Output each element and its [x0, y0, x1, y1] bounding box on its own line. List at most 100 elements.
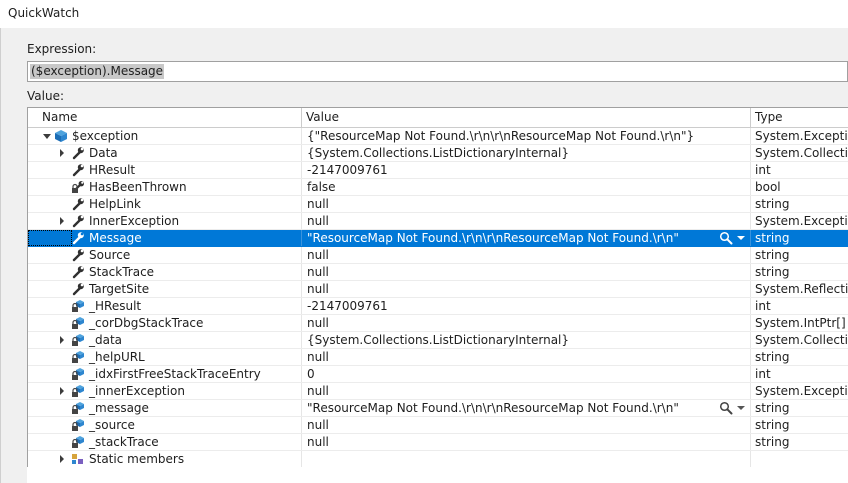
row-type: int — [755, 367, 771, 381]
grid-row[interactable]: Source null string — [28, 247, 848, 264]
grid-row[interactable]: Static members — [28, 451, 848, 468]
value-cell[interactable]: false — [302, 179, 751, 195]
row-type: string — [755, 197, 790, 211]
expand-arrow-icon[interactable] — [60, 217, 64, 225]
row-value: null — [307, 214, 329, 228]
value-cell[interactable]: null — [302, 264, 751, 280]
column-header-type[interactable]: Type — [751, 108, 848, 127]
row-type: System.Collection — [755, 333, 848, 347]
name-cell[interactable]: Data — [28, 145, 302, 161]
name-cell[interactable]: _innerException — [28, 383, 302, 399]
grid-row[interactable]: _message "ResourceMap Not Found.\r\n\r\nR… — [28, 400, 848, 417]
text-visualizer-icon[interactable] — [719, 231, 733, 245]
grid-row[interactable]: StackTrace null string — [28, 264, 848, 281]
grid-row[interactable]: HasBeenThrown false bool — [28, 179, 848, 196]
grid-row[interactable]: _HResult -2147009761 int — [28, 298, 848, 315]
grid-row[interactable]: HResult -2147009761 int — [28, 162, 848, 179]
name-cell[interactable]: _idxFirstFreeStackTraceEntry — [28, 366, 302, 382]
visualizer-dropdown-icon[interactable] — [737, 406, 745, 410]
property-icon — [71, 197, 85, 211]
visualizer-dropdown-icon[interactable] — [737, 236, 745, 240]
expand-arrow-icon[interactable] — [60, 336, 64, 344]
expand-arrow-icon[interactable] — [60, 387, 64, 395]
value-cell[interactable]: 0 — [302, 366, 751, 382]
grid-row[interactable]: InnerException null System.Exception — [28, 213, 848, 230]
value-cell[interactable]: null — [302, 434, 751, 450]
value-cell[interactable]: null — [302, 281, 751, 297]
value-cell[interactable] — [302, 451, 751, 467]
value-cell[interactable]: null — [302, 383, 751, 399]
row-name: _stackTrace — [89, 435, 159, 449]
expression-text[interactable]: ($exception).Message — [30, 64, 165, 79]
value-cell[interactable]: {System.Collections.ListDictionaryIntern… — [302, 145, 751, 161]
grid-row[interactable]: _idxFirstFreeStackTraceEntry 0 int — [28, 366, 848, 383]
type-cell: string — [751, 349, 848, 365]
row-type: System.Exception — [755, 384, 848, 398]
grid-row[interactable]: $exception {"ResourceMap Not Found.\r\n\r… — [28, 128, 848, 145]
value-cell[interactable]: null — [302, 417, 751, 433]
grid-row[interactable]: _source null string — [28, 417, 848, 434]
column-header-name[interactable]: Name — [28, 108, 302, 127]
name-cell[interactable]: _stackTrace — [28, 434, 302, 450]
expand-arrow-icon[interactable] — [60, 455, 64, 463]
watch-grid[interactable]: Name Value Type $exception {"ResourceMap … — [27, 107, 848, 483]
row-value: null — [307, 435, 329, 449]
text-visualizer-icon[interactable] — [719, 401, 733, 415]
name-cell[interactable]: HelpLink — [28, 196, 302, 212]
row-value: null — [307, 248, 329, 262]
row-type: string — [755, 265, 790, 279]
field-lock-icon — [71, 401, 85, 415]
value-cell[interactable]: null — [302, 315, 751, 331]
row-type: System.Reflection — [755, 282, 848, 296]
expand-arrow-icon[interactable] — [60, 149, 64, 157]
name-cell[interactable]: TargetSite — [28, 281, 302, 297]
type-cell: System.Collection — [751, 332, 848, 348]
name-cell[interactable]: Message — [28, 230, 302, 246]
grid-row[interactable]: _data {System.Collections.ListDictionaryI… — [28, 332, 848, 349]
value-cell[interactable]: -2147009761 — [302, 162, 751, 178]
row-type: int — [755, 299, 771, 313]
name-cell[interactable]: HResult — [28, 162, 302, 178]
name-cell[interactable]: HasBeenThrown — [28, 179, 302, 195]
value-cell[interactable]: null — [302, 196, 751, 212]
name-cell[interactable]: _source — [28, 417, 302, 433]
type-cell: System.Exception — [751, 383, 848, 399]
name-cell[interactable]: _helpURL — [28, 349, 302, 365]
grid-row[interactable]: _innerException null System.Exception — [28, 383, 848, 400]
name-cell[interactable]: _message — [28, 400, 302, 416]
expanded-arrow-icon[interactable] — [43, 134, 51, 139]
column-header-value[interactable]: Value — [302, 108, 751, 127]
type-cell: string — [751, 400, 848, 416]
name-cell[interactable]: _data — [28, 332, 302, 348]
grid-row[interactable]: _corDbgStackTrace null System.IntPtr[] — [28, 315, 848, 332]
name-cell[interactable]: InnerException — [28, 213, 302, 229]
name-cell[interactable]: _HResult — [28, 298, 302, 314]
value-cell[interactable]: "ResourceMap Not Found.\r\n\r\nResourceM… — [302, 400, 751, 416]
grid-row[interactable]: TargetSite null System.Reflection — [28, 281, 848, 298]
value-cell[interactable]: "ResourceMap Not Found.\r\n\r\nResourceM… — [302, 230, 751, 246]
name-cell[interactable]: Source — [28, 247, 302, 263]
value-cell[interactable]: {"ResourceMap Not Found.\r\n\r\nResource… — [302, 128, 751, 144]
type-cell: bool — [751, 179, 848, 195]
type-cell: int — [751, 298, 848, 314]
name-cell[interactable]: $exception — [28, 128, 302, 144]
expression-input[interactable]: ($exception).Message — [27, 61, 848, 82]
type-cell: string — [751, 434, 848, 450]
value-cell[interactable]: null — [302, 349, 751, 365]
value-cell[interactable]: {System.Collections.ListDictionaryIntern… — [302, 332, 751, 348]
row-value: null — [307, 282, 329, 296]
grid-row[interactable]: _stackTrace null string — [28, 434, 848, 451]
grid-row[interactable]: Data {System.Collections.ListDictionaryIn… — [28, 145, 848, 162]
grid-row[interactable]: _helpURL null string — [28, 349, 848, 366]
field-lock-icon — [71, 384, 85, 398]
row-name: Data — [89, 146, 118, 160]
name-cell[interactable]: StackTrace — [28, 264, 302, 280]
grid-row[interactable]: HelpLink null string — [28, 196, 848, 213]
type-cell: string — [751, 247, 848, 263]
value-cell[interactable]: null — [302, 247, 751, 263]
name-cell[interactable]: Static members — [28, 451, 302, 467]
grid-row[interactable]: Message "ResourceMap Not Found.\r\n\r\nRe… — [28, 230, 848, 247]
value-cell[interactable]: null — [302, 213, 751, 229]
value-cell[interactable]: -2147009761 — [302, 298, 751, 314]
name-cell[interactable]: _corDbgStackTrace — [28, 315, 302, 331]
